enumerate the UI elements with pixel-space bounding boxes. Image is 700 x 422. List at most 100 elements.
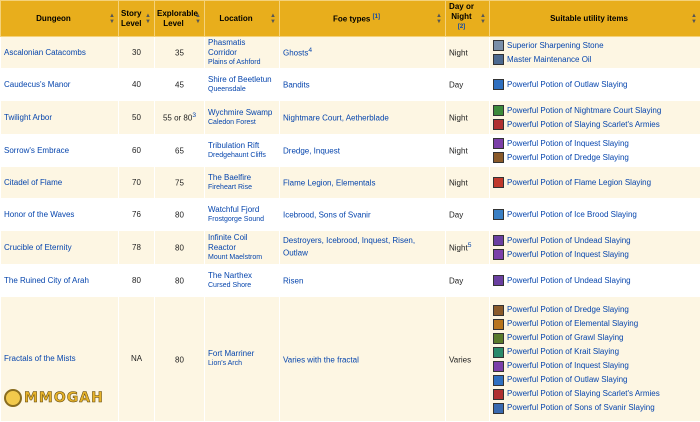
location-cell[interactable]: Shire of BeetletunQueensdale [205,69,280,101]
foe-types-link[interactable]: Dredge, Inquest [283,147,340,156]
region-link[interactable]: Lion's Arch [208,359,276,369]
footnote-ref-1[interactable]: [1] [373,14,380,20]
dungeon-link[interactable]: Twilight Arbor [4,113,52,122]
footnote-ref-2[interactable]: [2] [458,24,465,30]
location-link[interactable]: Phasmatis Corridor [208,38,245,57]
utility-item[interactable]: Powerful Potion of Grawl Slaying [493,331,697,345]
dungeon-cell[interactable]: The Ruined City of Arah [1,265,119,297]
dungeon-link[interactable]: Honor of the Waves [4,210,74,219]
utility-item[interactable]: Powerful Potion of Slaying Scarlet's Arm… [493,118,697,132]
dungeon-cell[interactable]: Sorrow's Embrace [1,135,119,167]
location-link[interactable]: The Narthex [208,271,252,280]
sort-icon[interactable]: ▲▼ [195,13,201,25]
dungeon-link[interactable]: Crucible of Eternity [4,243,72,252]
region-link[interactable]: Dredgehaunt Cliffs [208,151,276,161]
dungeon-cell[interactable]: Crucible of Eternity [1,231,119,265]
utility-item[interactable]: Powerful Potion of Undead Slaying [493,274,697,288]
location-link[interactable]: Watchful Fjord [208,205,259,214]
dungeon-cell[interactable]: Citadel of Flame [1,167,119,199]
utility-item[interactable]: Powerful Potion of Dredge Slaying [493,151,697,165]
utility-item[interactable]: Powerful Potion of Outlaw Slaying [493,373,697,387]
sort-icon[interactable]: ▲▼ [691,13,697,25]
utility-item[interactable]: Powerful Potion of Dredge Slaying [493,303,697,317]
location-cell[interactable]: Infinite Coil ReactorMount Maelstrom [205,231,280,265]
location-cell[interactable]: Wychmire SwampCaledon Forest [205,101,280,135]
utility-item[interactable]: Powerful Potion of Slaying Scarlet's Arm… [493,387,697,401]
dungeon-cell[interactable]: Twilight Arbor [1,101,119,135]
location-cell[interactable]: Watchful FjordFrostgorge Sound [205,199,280,231]
region-link[interactable]: Mount Maelstrom [208,253,276,263]
utility-item[interactable]: Powerful Potion of Sons of Svanir Slayin… [493,401,697,415]
dungeon-link[interactable]: Fractals of the Mists [4,354,76,363]
column-header-utility-items[interactable]: Suitable utility items▲▼ [490,1,700,37]
dungeon-link[interactable]: The Ruined City of Arah [4,276,89,285]
column-header-explorable-level[interactable]: Explorable Level▲▼ [155,1,205,37]
column-header-dungeon[interactable]: Dungeon▲▼ [1,1,119,37]
sort-icon[interactable]: ▲▼ [480,13,486,25]
region-link[interactable]: Plains of Ashford [208,58,276,68]
location-cell[interactable]: The BaelfireFireheart Rise [205,167,280,199]
foe-types-link[interactable]: Risen [283,277,303,286]
sort-icon[interactable]: ▲▼ [145,13,151,25]
utility-item[interactable]: Superior Sharpening Stone [493,39,697,53]
dungeon-cell[interactable]: Ascalonian Catacombs [1,37,119,69]
dungeon-cell[interactable]: Honor of the Waves [1,199,119,231]
dungeon-link[interactable]: Sorrow's Embrace [4,146,69,155]
column-header-day-or-night[interactable]: Day or Night [2]▲▼ [446,1,490,37]
foe-types-cell[interactable]: Risen [280,265,446,297]
column-header-location[interactable]: Location▲▼ [205,1,280,37]
region-link[interactable]: Queensdale [208,85,276,95]
foe-types-cell[interactable]: Dredge, Inquest [280,135,446,167]
sort-icon[interactable]: ▲▼ [109,13,115,25]
dungeon-link[interactable]: Citadel of Flame [4,178,62,187]
utility-item[interactable]: Powerful Potion of Inquest Slaying [493,248,697,262]
sort-icon[interactable]: ▲▼ [270,13,276,25]
location-link[interactable]: The Baelfire [208,173,251,182]
region-link[interactable]: Cursed Shore [208,281,276,291]
utility-item[interactable]: Powerful Potion of Undead Slaying [493,234,697,248]
location-cell[interactable]: Fort MarrinerLion's Arch [205,297,280,422]
foe-types-link[interactable]: Flame Legion, Elementals [283,179,376,188]
footnote-ref[interactable]: 4 [308,47,312,54]
location-cell[interactable]: Phasmatis CorridorPlains of Ashford [205,37,280,69]
sort-icon[interactable]: ▲▼ [436,13,442,25]
dungeon-cell[interactable]: Caudecus's Manor [1,69,119,101]
foe-types-link[interactable]: Nightmare Court, Aetherblade [283,114,389,123]
utility-item[interactable]: Powerful Potion of Elemental Slaying [493,317,697,331]
foe-types-cell[interactable]: Ghosts4 [280,37,446,69]
foe-types-link[interactable]: Destroyers, Icebrood, Inquest, Risen, Ou… [283,236,415,258]
region-link[interactable]: Caledon Forest [208,118,276,128]
foe-types-link[interactable]: Varies with the fractal [283,355,359,364]
utility-item[interactable]: Powerful Potion of Krait Slaying [493,345,697,359]
utility-item[interactable]: Powerful Potion of Ice Brood Slaying [493,208,697,222]
utility-item[interactable]: Powerful Potion of Inquest Slaying [493,137,697,151]
foe-types-link[interactable]: Icebrood, Sons of Svanir [283,211,371,220]
footnote-ref[interactable]: 5 [468,242,472,249]
column-header-story-level[interactable]: Story Level▲▼ [119,1,155,37]
region-link[interactable]: Frostgorge Sound [208,215,276,225]
utility-item[interactable]: Powerful Potion of Nightmare Court Slayi… [493,104,697,118]
utility-item[interactable]: Powerful Potion of Flame Legion Slaying [493,176,697,190]
dungeon-link[interactable]: Caudecus's Manor [4,80,70,89]
foe-types-link[interactable]: Ghosts [283,49,308,58]
foe-types-cell[interactable]: Varies with the fractal [280,297,446,422]
footnote-ref[interactable]: 3 [192,112,196,119]
utility-item[interactable]: Master Maintenance Oil [493,53,697,67]
location-link[interactable]: Infinite Coil Reactor [208,233,248,252]
location-link[interactable]: Wychmire Swamp [208,108,272,117]
foe-types-cell[interactable]: Destroyers, Icebrood, Inquest, Risen, Ou… [280,231,446,265]
foe-types-cell[interactable]: Bandits [280,69,446,101]
foe-types-cell[interactable]: Icebrood, Sons of Svanir [280,199,446,231]
location-link[interactable]: Tribulation Rift [208,141,259,150]
location-cell[interactable]: Tribulation RiftDredgehaunt Cliffs [205,135,280,167]
location-cell[interactable]: The NarthexCursed Shore [205,265,280,297]
column-header-foe-types[interactable]: Foe types [1]▲▼ [280,1,446,37]
utility-item[interactable]: Powerful Potion of Inquest Slaying [493,359,697,373]
foe-types-cell[interactable]: Flame Legion, Elementals [280,167,446,199]
dungeon-link[interactable]: Ascalonian Catacombs [4,48,86,57]
foe-types-link[interactable]: Bandits [283,81,310,90]
utility-item[interactable]: Powerful Potion of Outlaw Slaying [493,78,697,92]
foe-types-cell[interactable]: Nightmare Court, Aetherblade [280,101,446,135]
region-link[interactable]: Fireheart Rise [208,183,276,193]
location-link[interactable]: Fort Marriner [208,349,254,358]
